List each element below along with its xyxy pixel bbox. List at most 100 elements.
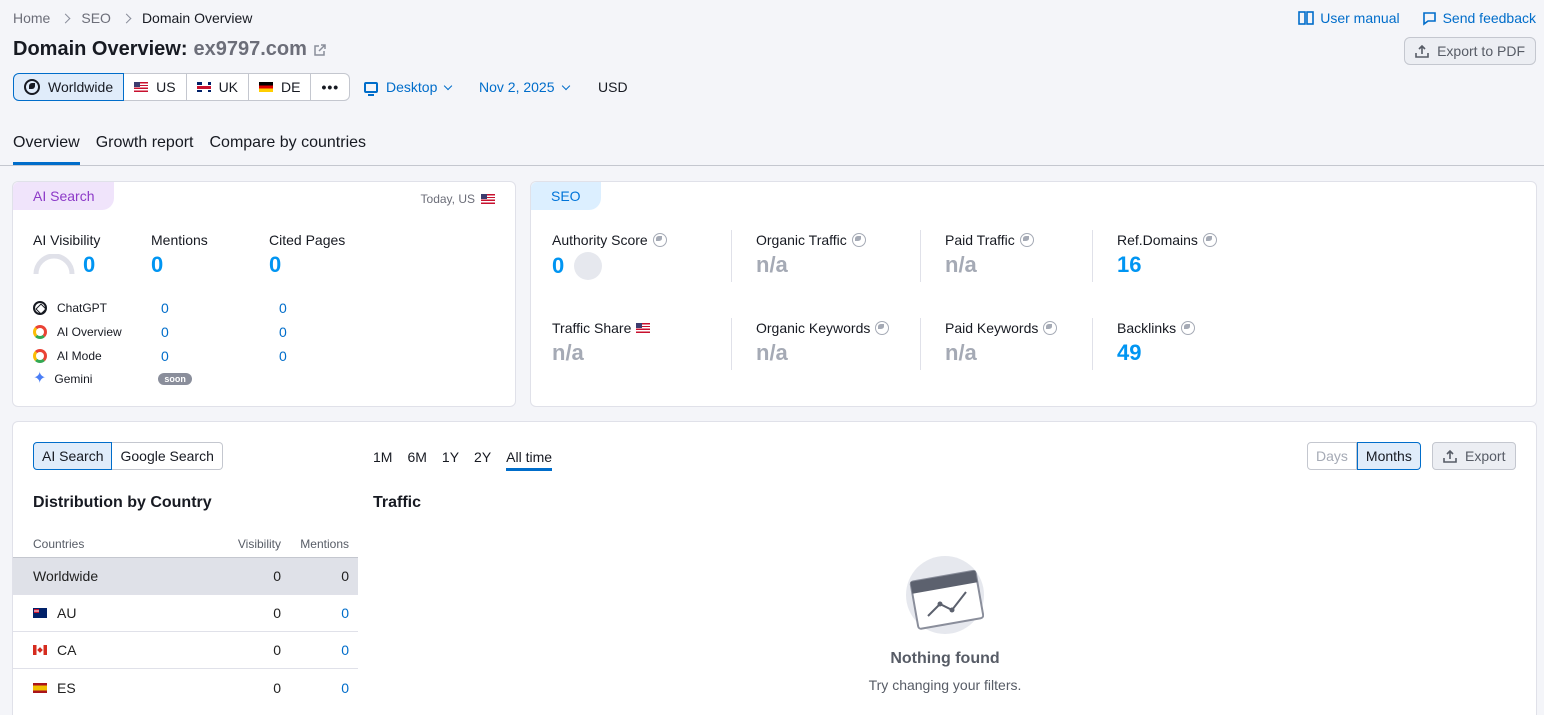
- traffic-share-metric: Traffic Share n/a: [552, 320, 651, 366]
- device-dropdown[interactable]: Desktop: [364, 79, 453, 96]
- range-1y[interactable]: 1Y: [442, 449, 459, 471]
- info-icon[interactable]: [1202, 233, 1217, 247]
- country-mentions[interactable]: 0: [281, 642, 349, 658]
- info-icon[interactable]: [1019, 233, 1034, 247]
- google-icon: [33, 349, 47, 363]
- source-mentions[interactable]: 0: [161, 348, 279, 364]
- info-icon[interactable]: [851, 233, 866, 247]
- empty-chart-illustration: [906, 556, 985, 634]
- seo-pill: SEO: [531, 182, 601, 210]
- divider: [920, 318, 921, 370]
- breadcrumb-seo[interactable]: SEO: [81, 10, 111, 26]
- us-flag-icon: [481, 194, 495, 204]
- table-row[interactable]: AU 0 0: [13, 595, 358, 632]
- date-dropdown[interactable]: Nov 2, 2025: [479, 79, 570, 95]
- ai-updated: Today, US: [421, 192, 495, 206]
- ref-domains-value[interactable]: 16: [1117, 252, 1217, 278]
- export-pdf-button[interactable]: Export to PDF: [1404, 37, 1536, 65]
- es-flag-icon: [33, 682, 47, 693]
- db-de-button[interactable]: DE: [249, 73, 312, 101]
- ai-visibility-value[interactable]: 0: [83, 252, 95, 278]
- export-button[interactable]: Export: [1432, 442, 1517, 470]
- source-cited[interactable]: 0: [279, 300, 287, 316]
- source-row-gemini: ✦ Gemini soon: [33, 368, 333, 390]
- table-row[interactable]: Worldwide 0 0: [13, 558, 358, 595]
- de-flag-icon: [259, 82, 274, 92]
- organic-keywords-label: Organic Keywords: [756, 320, 871, 336]
- db-worldwide-button[interactable]: Worldwide: [13, 73, 125, 101]
- authority-score-label: Authority Score: [552, 232, 648, 248]
- cited-pages-value[interactable]: 0: [269, 252, 345, 278]
- source-name: Gemini: [54, 372, 93, 386]
- external-link-icon[interactable]: [313, 43, 327, 57]
- days-toggle[interactable]: Days: [1307, 442, 1357, 470]
- more-databases-button[interactable]: •••: [311, 73, 351, 101]
- db-worldwide-label: Worldwide: [48, 79, 114, 95]
- visibility-gauge-icon: [33, 254, 75, 275]
- db-uk-button[interactable]: UK: [186, 73, 250, 101]
- info-icon[interactable]: [652, 233, 667, 247]
- user-manual-link[interactable]: User manual: [1298, 10, 1400, 26]
- range-6m[interactable]: 6M: [407, 449, 426, 471]
- divider: [731, 230, 732, 282]
- backlinks-metric: Backlinks 49: [1117, 320, 1196, 366]
- organic-keywords-value: n/a: [756, 340, 788, 365]
- empty-state-title: Nothing found: [890, 650, 1000, 667]
- ai-search-toggle[interactable]: AI Search: [33, 442, 113, 470]
- source-mentions[interactable]: 0: [161, 324, 279, 340]
- ai-visibility-metric: AI Visibility 0: [33, 232, 100, 278]
- source-cited[interactable]: 0: [279, 324, 287, 340]
- organic-traffic-label: Organic Traffic: [756, 232, 847, 248]
- country-name: ES: [57, 679, 76, 696]
- source-row-chatgpt: ChatGPT 0 0: [33, 296, 333, 320]
- ref-domains-metric: Ref.Domains 16: [1117, 232, 1217, 278]
- soon-badge: soon: [158, 373, 192, 385]
- paid-keywords-label: Paid Keywords: [945, 320, 1039, 336]
- tab-growth-report[interactable]: Growth report: [96, 134, 194, 165]
- months-toggle[interactable]: Months: [1356, 442, 1421, 470]
- breadcrumb-current: Domain Overview: [141, 10, 253, 26]
- source-name: ChatGPT: [57, 301, 108, 315]
- range-2y[interactable]: 2Y: [474, 449, 491, 471]
- column-countries: Countries: [33, 536, 85, 551]
- country-visibility: 0: [273, 642, 281, 658]
- more-icon: •••: [321, 79, 340, 95]
- table-row[interactable]: CA 0 0: [13, 632, 358, 669]
- table-row[interactable]: ES 0 0: [13, 669, 358, 706]
- info-icon[interactable]: [1181, 321, 1196, 335]
- us-flag-icon: [636, 323, 651, 333]
- desktop-icon: [364, 81, 378, 96]
- divider: [1092, 318, 1093, 370]
- country-mentions[interactable]: 0: [281, 680, 349, 696]
- ai-updated-label: Today, US: [420, 192, 475, 206]
- country-mentions: 0: [341, 568, 349, 584]
- mentions-value[interactable]: 0: [151, 252, 208, 278]
- authority-score-value[interactable]: 0: [552, 253, 564, 279]
- tab-overview[interactable]: Overview: [13, 134, 80, 165]
- ca-flag-icon: [33, 645, 47, 655]
- tab-compare-by-countries[interactable]: Compare by countries: [210, 134, 367, 165]
- top-links: User manual Send feedback: [1298, 10, 1536, 26]
- backlinks-value[interactable]: 49: [1117, 340, 1195, 366]
- column-mentions: Mentions: [300, 536, 349, 551]
- authority-score-metric: Authority Score 0: [552, 232, 667, 280]
- breadcrumb-home[interactable]: Home: [13, 10, 50, 26]
- paid-traffic-metric: Paid Traffic n/a: [945, 232, 1034, 278]
- info-icon[interactable]: [875, 321, 890, 335]
- gemini-icon: ✦: [33, 370, 47, 387]
- db-us-button[interactable]: US: [124, 73, 187, 101]
- source-cited[interactable]: 0: [279, 348, 287, 364]
- book-icon: [1298, 11, 1315, 25]
- range-all-time[interactable]: All time: [506, 449, 553, 471]
- domain-name[interactable]: ex9797.com: [194, 38, 307, 61]
- chevron-right-icon: [60, 13, 71, 23]
- source-mentions[interactable]: 0: [161, 300, 279, 316]
- google-search-toggle[interactable]: Google Search: [112, 442, 223, 470]
- authority-score-circle: [574, 252, 603, 280]
- divider: [1092, 230, 1093, 282]
- range-1m[interactable]: 1M: [373, 449, 392, 471]
- country-mentions[interactable]: 0: [281, 605, 349, 621]
- info-icon[interactable]: [1043, 321, 1058, 335]
- traffic-share-label: Traffic Share: [552, 320, 632, 336]
- send-feedback-link[interactable]: Send feedback: [1422, 10, 1536, 26]
